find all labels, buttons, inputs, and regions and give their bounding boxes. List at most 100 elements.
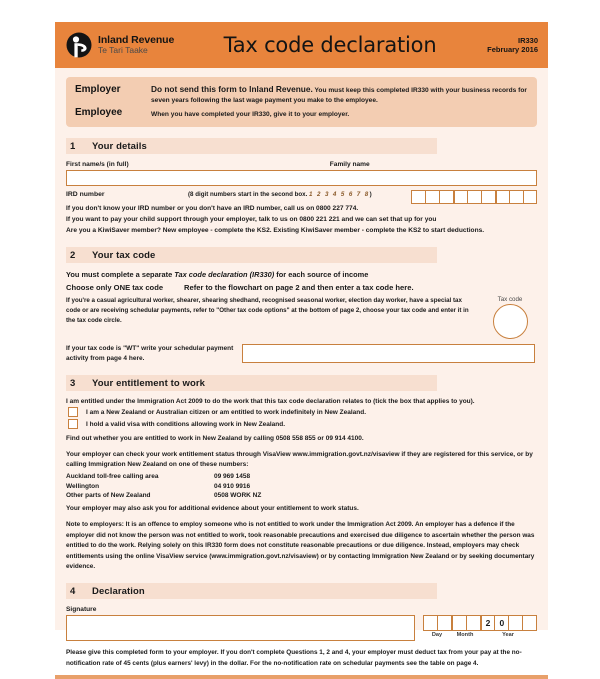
name-input[interactable] <box>66 170 537 187</box>
brand-text: Inland Revenue Te Tari Taake <box>98 34 174 56</box>
first-name-label: First name/s (in full) <box>66 161 129 169</box>
section-4-title: Declaration <box>92 585 145 597</box>
tax-code-circle-label: Tax code <box>497 296 523 304</box>
additional-evidence-text: Your employer may also ask you for addit… <box>66 505 359 513</box>
signature-label: Signature <box>66 606 97 614</box>
section-2-number: 2 <box>70 249 76 261</box>
ird-hint-pre: (8 digit numbers start in the second box… <box>188 191 308 199</box>
date-cell-year[interactable] <box>522 615 537 632</box>
date-block: 2 0 Day Month Year <box>423 615 537 638</box>
tax-code-lead: You must complete a separate Tax code de… <box>66 270 537 279</box>
entitlement-lead-text: I am entitled under the Immigration Act … <box>66 398 475 406</box>
kiwisaver-text: Are you a KiwiSaver member? New employee… <box>66 226 485 234</box>
child-support-text: If you want to pay your child support th… <box>66 215 437 223</box>
signature-input[interactable] <box>66 615 415 642</box>
form-date: February 2016 <box>487 45 538 54</box>
date-cell-year[interactable]: 2 <box>479 615 495 632</box>
ird-cell[interactable] <box>509 190 523 205</box>
section-1-number: 1 <box>70 140 76 152</box>
ird-hint-post: ) <box>369 191 372 199</box>
tax-code-circle-block: Tax code <box>483 296 537 340</box>
visa-checkbox[interactable] <box>68 419 78 430</box>
employer-label: Employer <box>75 84 121 95</box>
year-label: Year <box>502 632 514 639</box>
entitlement-option-row[interactable]: I hold a valid visa with conditions allo… <box>66 419 537 430</box>
inland-revenue-logo-icon <box>66 32 92 58</box>
citizen-checkbox[interactable] <box>68 407 78 418</box>
date-boxes[interactable]: 2 0 <box>423 615 537 632</box>
ird-number-boxes[interactable] <box>411 190 537 205</box>
ird-cell[interactable] <box>453 190 467 205</box>
ird-hint: (8 digit numbers start in the second box… <box>188 191 372 198</box>
employee-notice-text: When you have completed your IR330, give… <box>151 110 350 118</box>
ird-cell[interactable] <box>495 190 509 205</box>
tax-code-lead-italic: Tax code declaration (IR330) <box>174 270 275 280</box>
note-to-employers: Note to employers: It is an offence to e… <box>66 520 537 572</box>
month-label: Month <box>456 632 474 639</box>
section-4-number: 4 <box>70 585 76 597</box>
phone-number: 0508 WORK NZ <box>214 492 262 500</box>
ird-cell[interactable] <box>481 190 495 205</box>
notice-body: Do not send this form to Inland Revenue.… <box>151 83 528 120</box>
form-meta: IR330 February 2016 <box>468 36 538 54</box>
phone-region: Auckland toll-free calling area <box>66 473 159 481</box>
family-name-label: Family name <box>329 161 370 169</box>
form-page: Inland Revenue Te Tari Taake Tax code de… <box>55 22 548 679</box>
name-labels-row: First name/s (in full) Family name <box>66 161 537 168</box>
ird-cell[interactable] <box>439 190 453 205</box>
find-out-text: Find out whether you are entitled to wor… <box>66 435 364 443</box>
ird-left: IRD number (8 digit numbers start in the… <box>66 191 405 198</box>
form-header: Inland Revenue Te Tari Taake Tax code de… <box>55 22 548 68</box>
date-cell-day[interactable] <box>423 615 437 632</box>
ird-label-line: IRD number (8 digit numbers start in the… <box>66 191 405 198</box>
phone-row: Wellington 04 910 9916 <box>66 483 537 490</box>
tax-code-circle-input[interactable] <box>492 304 528 340</box>
phone-region: Other parts of New Zealand <box>66 492 151 500</box>
section-3-header: 3 Your entitlement to work <box>66 375 438 392</box>
ird-cell[interactable] <box>523 190 537 205</box>
tax-code-lead-post: for each source of income <box>274 270 369 280</box>
ird-cell[interactable] <box>425 190 439 205</box>
phone-region: Wellington <box>66 482 100 490</box>
date-cell-month[interactable] <box>450 615 466 632</box>
phone-row: Auckland toll-free calling area 09 969 1… <box>66 473 537 480</box>
phone-number: 09 969 1458 <box>214 473 251 481</box>
employer-notice-strong: Do not send this form to Inland Revenue. <box>151 84 313 94</box>
notice-labels: Employer Employee <box>75 83 151 120</box>
footer-bar <box>55 675 548 679</box>
date-cell-year[interactable] <box>508 615 523 632</box>
section-2-title: Your tax code <box>92 249 156 261</box>
section-4-header: 4 Declaration <box>66 583 438 600</box>
date-cell-month[interactable] <box>465 615 480 632</box>
refer-flowchart-text: Refer to the flowchart on page 2 and the… <box>184 283 414 293</box>
tax-code-paragraph: If you're a casual agricultural worker, … <box>66 297 469 325</box>
org-name-maori: Te Tari Taake <box>98 45 148 56</box>
citizen-checkbox-label: I am a New Zealand or Australian citizen… <box>86 408 367 416</box>
section-1-header: 1 Your details <box>66 138 438 155</box>
employee-label: Employee <box>75 106 123 118</box>
section-2-header: 2 Your tax code <box>66 247 438 264</box>
wt-activity-input[interactable] <box>242 344 535 364</box>
visa-checkbox-label: I hold a valid visa with conditions allo… <box>86 420 286 428</box>
day-label: Day <box>431 632 443 639</box>
date-labels: Day Month Year <box>423 632 537 638</box>
tax-code-choose-row: Choose only ONE tax code Refer to the fl… <box>66 283 537 292</box>
phone-number: 04 910 9916 <box>214 482 251 490</box>
tax-code-lead-pre: You must complete a separate <box>66 270 175 280</box>
form-code: IR330 <box>517 36 538 45</box>
wt-activity-label: If your tax code is "WT" write your sche… <box>66 345 234 363</box>
section-3-title: Your entitlement to work <box>92 377 206 389</box>
ird-cell[interactable] <box>411 190 425 205</box>
ird-cell[interactable] <box>467 190 481 205</box>
choose-one-label: Choose only ONE tax code <box>66 283 164 293</box>
entitlement-option-row[interactable]: I am a New Zealand or Australian citizen… <box>66 407 537 418</box>
wt-activity-row: If your tax code is "WT" write your sche… <box>66 344 537 364</box>
section-1-title: Your details <box>92 140 147 152</box>
tax-code-para-row: If you're a casual agricultural worker, … <box>66 296 537 340</box>
date-cell-year[interactable]: 0 <box>494 615 509 632</box>
phone-row: Other parts of New Zealand 0508 WORK NZ <box>66 492 537 499</box>
note-to-employers-label: Note to employers: <box>66 521 124 529</box>
employer-employee-notice: Employer Employee Do not send this form … <box>66 77 537 128</box>
date-cell-day[interactable] <box>436 615 451 632</box>
page-title: Tax code declaration <box>223 33 437 57</box>
